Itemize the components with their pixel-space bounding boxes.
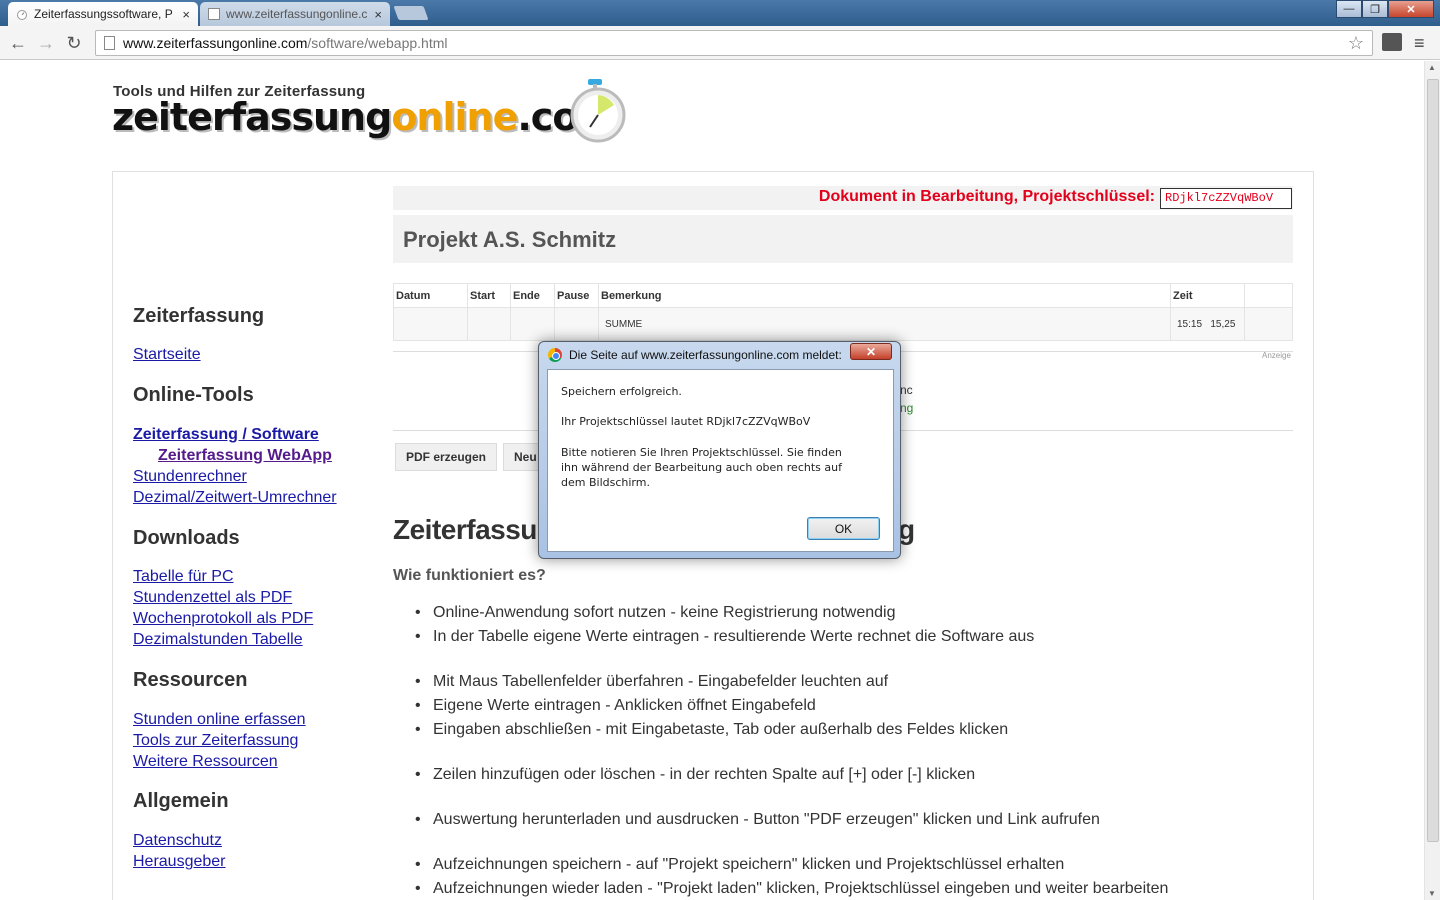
- scroll-down-arrow-icon[interactable]: ▼: [1428, 889, 1436, 898]
- list-item: Aufzeichnungen speichern - auf "Projekt …: [413, 853, 1168, 877]
- scroll-up-arrow-icon[interactable]: ▲: [1428, 63, 1436, 72]
- sidebar-link-startseite[interactable]: Startseite: [133, 346, 201, 364]
- logo-text-1: zeiterfassung: [112, 95, 392, 139]
- sidebar-link-dezimalstunden-tabelle[interactable]: Dezimalstunden Tabelle: [133, 631, 303, 649]
- table-cell[interactable]: [510, 307, 555, 341]
- list-item: Eingaben abschließen - mit Eingabetaste,…: [413, 718, 1168, 742]
- feature-list: Online-Anwendung sofort nutzen - keine R…: [413, 601, 1168, 900]
- scroll-thumb[interactable]: [1427, 79, 1439, 842]
- sidebar-heading-allgemein: Allgemein: [133, 790, 229, 812]
- site-logo[interactable]: zeiterfassungonline.com: [112, 95, 617, 139]
- table-row-summe: SUMME 15:15 15,25: [393, 307, 1293, 341]
- sidebar-link-dezimal-umrechner[interactable]: Dezimal/Zeitwert-Umrechner: [133, 489, 337, 507]
- bookmark-star-icon[interactable]: ☆: [1348, 33, 1364, 54]
- chrome-icon: [548, 348, 562, 362]
- window-controls: — ❐ ✕: [1336, 0, 1434, 18]
- table-cell[interactable]: [393, 307, 468, 341]
- tab-title: Zeiterfassungssoftware, P: [34, 7, 173, 21]
- maximize-button[interactable]: ❐: [1362, 0, 1388, 18]
- list-item: Mit Maus Tabellenfelder überfahren - Ein…: [413, 670, 1168, 694]
- close-window-button[interactable]: ✕: [1388, 0, 1434, 18]
- sidebar-link-herausgeber[interactable]: Herausgeber: [133, 853, 226, 871]
- tab-active[interactable]: Zeiterfassungssoftware, P ×: [8, 2, 198, 26]
- column-header-ende: Ende: [510, 283, 555, 308]
- obscured-text: nc: [900, 383, 913, 397]
- column-header-datum: Datum: [393, 283, 468, 308]
- sidebar-link-stundenzettel-pdf[interactable]: Stundenzettel als PDF: [133, 589, 292, 607]
- column-header-zeit: Zeit: [1170, 283, 1245, 308]
- dialog-message-key: Ihr Projektschlüssel lautet RDjkl7cZZVqW…: [561, 415, 811, 428]
- main-subheading: Wie funktioniert es?: [393, 567, 546, 584]
- sidebar-heading-ressourcen: Ressourcen: [133, 669, 248, 691]
- sidebar-link-tabelle-pc[interactable]: Tabelle für PC: [133, 568, 234, 586]
- page-favicon-icon: [208, 8, 220, 20]
- back-arrow-icon[interactable]: ←: [6, 31, 30, 55]
- table-cell: [1244, 307, 1293, 341]
- sidebar-link-datenschutz[interactable]: Datenschutz: [133, 832, 222, 850]
- new-tab-button[interactable]: [393, 6, 429, 20]
- list-item: In der Tabelle eigene Werte eintragen - …: [413, 625, 1168, 649]
- table-cell[interactable]: [554, 307, 599, 341]
- extension-chart-icon[interactable]: [1382, 33, 1402, 51]
- sidebar-heading-downloads: Downloads: [133, 527, 240, 549]
- list-item: Zeilen hinzufügen oder löschen - in der …: [413, 763, 1168, 787]
- sidebar-link-stundenrechner[interactable]: Stundenrechner: [133, 468, 247, 486]
- sidebar-heading-zeiterfassung: Zeiterfassung: [133, 305, 265, 327]
- tab-inactive[interactable]: www.zeiterfassungonline.c ×: [200, 2, 390, 26]
- list-item: Aufzeichnungen wieder laden - "Projekt l…: [413, 877, 1168, 900]
- vertical-scrollbar[interactable]: ▲ ▼: [1424, 61, 1440, 900]
- table-cell-summe-label: SUMME: [598, 307, 1171, 341]
- table-cell[interactable]: [467, 307, 511, 341]
- pdf-erzeugen-button[interactable]: PDF erzeugen: [395, 443, 498, 471]
- dialog-message-note: Bitte notieren Sie Ihren Projektschlüsse…: [561, 446, 842, 489]
- tab-title: www.zeiterfassungonline.c: [226, 7, 368, 21]
- dialog-title: Die Seite auf www.zeiterfassungonline.co…: [569, 348, 842, 362]
- stopwatch-logo-icon: [570, 79, 626, 143]
- alert-dialog: Die Seite auf www.zeiterfassungonline.co…: [538, 341, 901, 559]
- column-header-pause: Pause: [554, 283, 599, 308]
- minimize-button[interactable]: —: [1336, 0, 1362, 18]
- url-host: www.zeiterfassungonline.com: [123, 35, 308, 51]
- forward-arrow-icon[interactable]: →: [34, 31, 58, 55]
- logo-text-2: online: [391, 95, 518, 139]
- dialog-body: Speichern erfolgreich. Ihr Projektschlüs…: [547, 369, 894, 552]
- neu-button[interactable]: Neu: [503, 443, 543, 471]
- ad-label: Anzeige: [1262, 351, 1291, 360]
- status-label: Dokument in Bearbeitung, Projektschlüsse…: [818, 188, 1155, 205]
- address-bar[interactable]: www.zeiterfassungonline.com/software/web…: [95, 30, 1373, 56]
- table-header-row: Datum Start Ende Pause Bemerkung Zeit: [393, 283, 1293, 308]
- column-header-start: Start: [467, 283, 511, 308]
- column-header-bemerkung: Bemerkung: [598, 283, 1171, 308]
- document-status-bar: Dokument in Bearbeitung, Projektschlüsse…: [393, 186, 1293, 210]
- obscured-text: ng: [900, 401, 914, 415]
- sidebar-link-wochenprotokoll-pdf[interactable]: Wochenprotokoll als PDF: [133, 610, 313, 628]
- time-table: Datum Start Ende Pause Bemerkung Zeit SU…: [393, 283, 1293, 341]
- tab-close-icon[interactable]: ×: [182, 7, 190, 22]
- list-item: Online-Anwendung sofort nutzen - keine R…: [413, 601, 1168, 625]
- sidebar-link-stunden-online[interactable]: Stunden online erfassen: [133, 711, 306, 729]
- list-item: Eigene Werte eintragen - Anklicken öffne…: [413, 694, 1168, 718]
- dialog-close-button[interactable]: ✕: [850, 343, 892, 360]
- sidebar-link-zeiterfassung-webapp[interactable]: Zeiterfassung WebApp: [158, 447, 332, 465]
- sidebar-link-zeiterfassung-software[interactable]: Zeiterfassung / Software: [133, 426, 319, 444]
- ok-button[interactable]: OK: [807, 517, 880, 540]
- page-icon: [104, 36, 115, 50]
- title-bar: Zeiterfassungssoftware, P × www.zeiterfa…: [0, 0, 1440, 26]
- list-item: Auswertung herunterladen und ausdrucken …: [413, 808, 1168, 832]
- sidebar-link-tools-zeiterfassung[interactable]: Tools zur Zeiterfassung: [133, 732, 298, 750]
- column-header-actions: [1244, 283, 1293, 308]
- project-title[interactable]: Projekt A.S. Schmitz: [403, 227, 616, 253]
- sidebar-link-weitere-ressourcen[interactable]: Weitere Ressourcen: [133, 753, 278, 771]
- project-header: Projekt A.S. Schmitz: [393, 215, 1293, 263]
- url-path: /software/webapp.html: [307, 35, 448, 51]
- menu-icon[interactable]: ≡: [1414, 33, 1425, 54]
- dialog-message-success: Speichern erfolgreich.: [561, 385, 682, 398]
- table-cell-summe-time: 15:15 15,25: [1170, 307, 1245, 341]
- project-key-field[interactable]: RDjkl7cZZVqWBoV: [1160, 188, 1292, 209]
- sidebar-heading-online-tools: Online-Tools: [133, 384, 254, 406]
- reload-icon[interactable]: ↻: [62, 31, 86, 55]
- stopwatch-favicon-icon: [17, 10, 27, 20]
- browser-toolbar: ← → ↻ www.zeiterfassungonline.com/softwa…: [0, 26, 1440, 60]
- tab-close-icon[interactable]: ×: [374, 7, 382, 22]
